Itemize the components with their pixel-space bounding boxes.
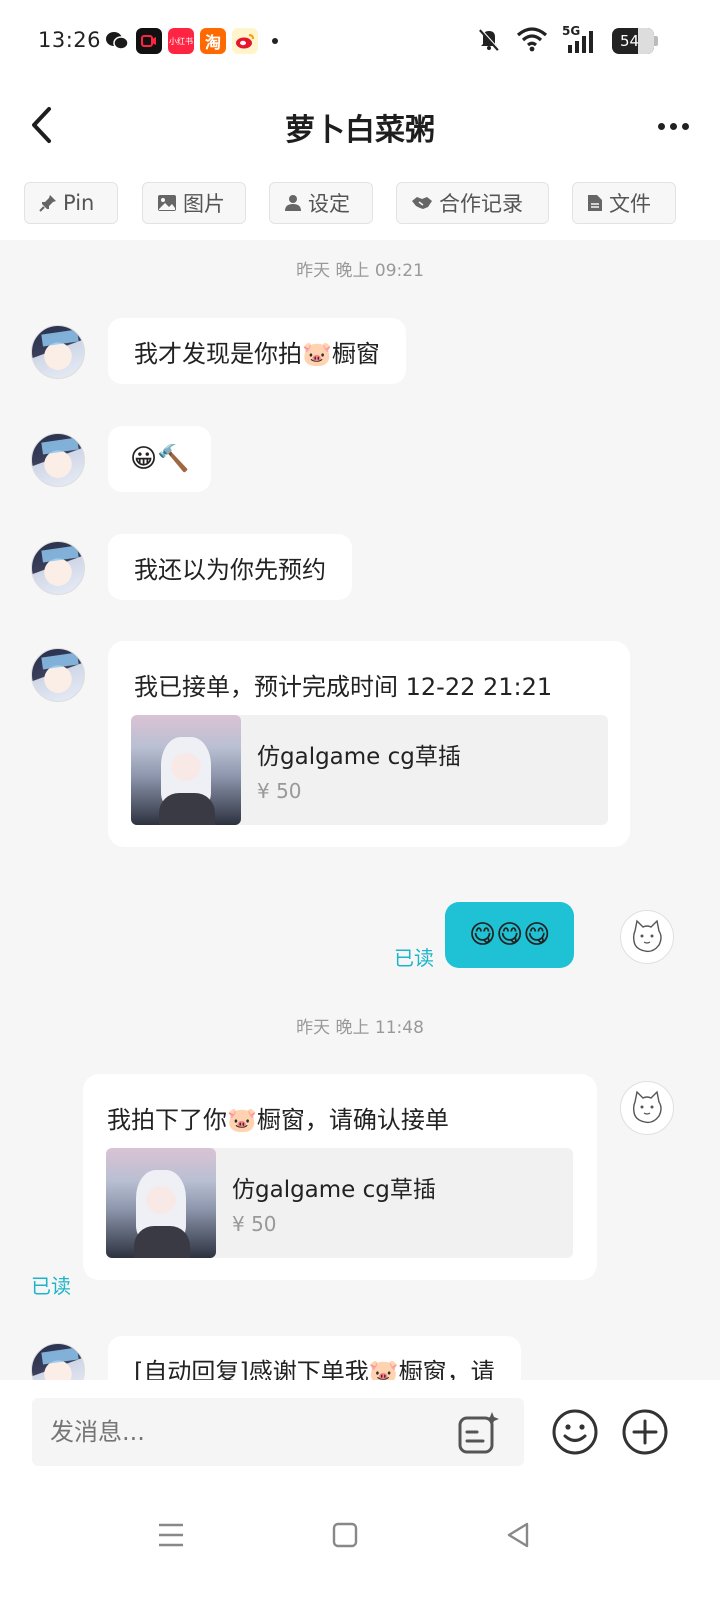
add-attachment-button[interactable] — [620, 1407, 670, 1457]
tab-label: 合作记录 — [439, 192, 523, 216]
person-icon — [285, 195, 301, 211]
home-square-icon — [332, 1522, 358, 1548]
system-nav-bar — [0, 1484, 720, 1604]
menu-icon — [159, 1523, 183, 1547]
message-timestamp: 昨天 晚上 11:48 — [296, 1018, 424, 1038]
tab-files[interactable]: 文件 — [572, 182, 676, 224]
battery-level: 54 — [620, 32, 640, 50]
file-icon — [588, 195, 602, 211]
more-dot — [669, 122, 677, 130]
back-triangle-icon — [507, 1522, 529, 1548]
contact-avatar[interactable] — [31, 648, 85, 702]
tab-label: 文件 — [609, 192, 651, 216]
home-nav-button[interactable] — [320, 1510, 370, 1560]
notification-dot — [272, 38, 278, 44]
tab-images[interactable]: 图片 — [142, 182, 246, 224]
tab-pin[interactable]: Pin — [24, 182, 118, 224]
wechat-icon — [104, 28, 130, 54]
message-text: 😋😋😋 — [469, 920, 551, 950]
order-card[interactable]: 我已接单，预计完成时间 12-22 21:21 仿galgame cg草插 ¥ … — [108, 641, 630, 847]
more-options-button[interactable] — [648, 106, 698, 146]
signal-5g-icon: 5G — [562, 24, 598, 54]
tab-collaboration[interactable]: 合作记录 — [396, 182, 549, 224]
my-order-card[interactable]: 我拍下了你🐷橱窗，请确认接单 仿galgame cg草插 ¥ 50 — [83, 1074, 597, 1280]
message-text: 我拍下了你🐷橱窗，请确认接单 — [107, 1106, 449, 1134]
product-thumbnail — [106, 1148, 216, 1258]
product-title: 仿galgame cg草插 — [257, 744, 461, 770]
status-time: 13:26 — [38, 28, 102, 52]
status-bar: 13:26 小红书 淘 5G 54 — [0, 0, 720, 80]
status-indicators: 5G 54 — [476, 24, 658, 56]
more-dot — [657, 122, 665, 130]
emoji-button[interactable] — [550, 1407, 600, 1457]
tab-label: Pin — [63, 191, 95, 215]
message-text: 我才发现是你拍🐷橱窗 — [134, 339, 380, 368]
message-list[interactable]: 昨天 晚上 09:21 我才发现是你拍🐷橱窗 😀🔨 我还以为你先预约 我已接单，… — [0, 240, 720, 1410]
pin-icon — [39, 195, 56, 212]
wifi-icon — [516, 26, 548, 56]
xiaohongshu-icon: 小红书 — [168, 28, 194, 54]
my-avatar[interactable] — [620, 910, 674, 964]
product-preview[interactable]: 仿galgame cg草插 ¥ 50 — [106, 1148, 573, 1258]
plus-circle-icon — [622, 1409, 668, 1455]
chat-tabs: Pin 图片 设定 合作记录 文件 — [0, 170, 720, 240]
weibo-icon — [232, 28, 258, 54]
cat-sketch-icon — [632, 1090, 662, 1124]
product-price: ¥ 50 — [232, 1212, 277, 1236]
product-thumbnail — [131, 715, 241, 825]
image-icon — [158, 195, 176, 211]
back-nav-button[interactable] — [494, 1510, 544, 1560]
message-bubble[interactable]: 我还以为你先预约 — [108, 534, 352, 600]
contact-avatar[interactable] — [31, 433, 85, 487]
battery-indicator: 54 — [612, 28, 658, 54]
taobao-icon: 淘 — [200, 28, 226, 54]
message-timestamp: 昨天 晚上 09:21 — [296, 261, 424, 281]
contact-avatar[interactable] — [31, 325, 85, 379]
smiley-icon — [552, 1409, 598, 1455]
read-receipt: 已读 — [31, 1274, 71, 1298]
product-price: ¥ 50 — [257, 779, 302, 803]
message-bubble[interactable]: 我才发现是你拍🐷橱窗 — [108, 318, 406, 384]
my-message-bubble[interactable]: 😋😋😋 — [445, 902, 575, 968]
product-title: 仿galgame cg草插 — [232, 1177, 436, 1203]
more-dot — [681, 122, 689, 130]
tab-settings[interactable]: 设定 — [269, 182, 373, 224]
input-bar — [0, 1380, 720, 1484]
tab-label: 设定 — [308, 192, 350, 216]
chat-header: 萝卜白菜粥 — [0, 80, 720, 170]
contact-avatar[interactable] — [31, 541, 85, 595]
read-receipt: 已读 — [394, 946, 434, 970]
status-app-icons: 小红书 淘 — [104, 28, 278, 54]
message-text: 我还以为你先预约 — [134, 555, 326, 584]
message-bubble[interactable]: 😀🔨 — [108, 426, 212, 492]
recorder-icon — [136, 28, 162, 54]
chat-title: 萝卜白菜粥 — [285, 113, 435, 148]
my-avatar[interactable] — [620, 1081, 674, 1135]
ai-sticker-button[interactable] — [456, 1410, 502, 1456]
cat-sketch-icon — [632, 919, 662, 953]
tab-label: 图片 — [183, 192, 225, 216]
message-input[interactable] — [32, 1398, 524, 1466]
product-preview[interactable]: 仿galgame cg草插 ¥ 50 — [131, 715, 608, 825]
menu-nav-button[interactable] — [146, 1510, 196, 1560]
handshake-icon — [412, 197, 432, 209]
message-text: 我已接单，预计完成时间 12-22 21:21 — [134, 673, 553, 701]
ai-sparkle-icon — [458, 1412, 499, 1454]
message-text: 😀🔨 — [130, 444, 190, 474]
mute-icon — [476, 26, 502, 56]
